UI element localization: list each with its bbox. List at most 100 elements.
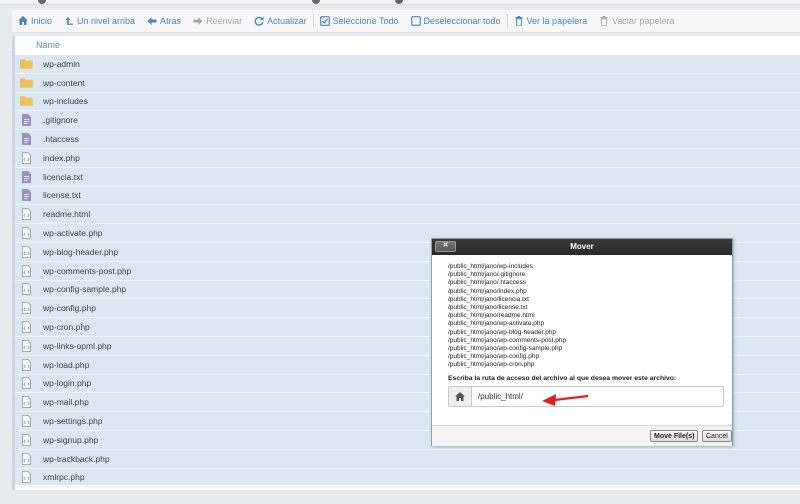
toolbar-reenviar-button[interactable]: Reenviar — [187, 16, 248, 26]
file-row[interactable]: wp-admin — [15, 55, 800, 74]
toolbar-button-label: Reenviar — [206, 16, 243, 26]
file-name: wp-config-sample.php — [43, 284, 127, 295]
text-file-icon — [21, 133, 31, 146]
file-type-icon-wrap — [19, 396, 33, 409]
file-type-icon-wrap — [19, 339, 33, 352]
file-name: wp-trackback.php — [43, 453, 110, 464]
move-dialog: ✕ Mover /public_html/jano/wp-includes/pu… — [431, 238, 733, 446]
code-file-icon — [21, 321, 31, 333]
code-file-icon — [21, 283, 31, 296]
selected-path-item: /public_html/jano/wp-config-sample.php — [448, 345, 563, 353]
selected-path-item: /public_html/jano/wp-activate.php — [448, 320, 545, 328]
file-name: wp-signup.php — [43, 434, 99, 445]
toolbar-un-nivel-arriba-button[interactable]: Un nivel arriba — [58, 16, 141, 26]
toolbar-button-label: Atrás — [160, 16, 182, 26]
code-file-icon — [21, 302, 31, 315]
file-name: licencia.txt — [43, 171, 83, 182]
selected-paths-list: /public_html/jano/wp-includes/public_htm… — [448, 263, 718, 373]
file-type-icon-wrap — [19, 96, 33, 107]
code-file-icon — [21, 227, 31, 239]
toolbar-ver-la-papelera-button[interactable]: Ver la papelera — [508, 16, 594, 26]
trash-icon — [515, 16, 523, 26]
code-file-icon — [21, 377, 31, 390]
selected-path-item: /public_html/jano/wp-comments-post.php — [448, 336, 567, 344]
move-files-button[interactable]: Move File(s) — [650, 430, 699, 442]
code-file-icon — [21, 358, 31, 371]
destination-path-input[interactable] — [472, 387, 710, 406]
file-manager-toolbar: Inicio Un nivel arriba Atrás Reenviar Actual… — [12, 10, 800, 33]
toolbar-button-label: Ver la papelera — [526, 16, 588, 26]
code-file-icon — [21, 339, 31, 352]
file-row[interactable]: licencia.txt — [15, 168, 800, 187]
home-icon — [18, 16, 28, 25]
file-type-icon-wrap — [19, 77, 33, 88]
file-type-icon-wrap — [19, 377, 33, 390]
file-row[interactable]: wp-trackback.php — [15, 450, 800, 469]
file-name: wp-load.php — [43, 359, 90, 370]
selected-path-item: /public_html/jano/license.txt — [448, 304, 528, 312]
file-name: .gitignore — [43, 115, 78, 126]
file-type-icon-wrap — [19, 245, 33, 258]
file-type-icon-wrap — [19, 227, 33, 239]
file-row[interactable]: index.php — [15, 149, 800, 168]
file-type-icon-wrap — [19, 133, 33, 146]
file-name: wp-content — [43, 77, 85, 88]
arrow-left-icon — [147, 17, 157, 25]
file-row[interactable]: wp-content — [15, 74, 800, 93]
file-row[interactable]: .htaccess — [15, 130, 800, 149]
file-type-icon-wrap — [19, 189, 33, 202]
close-button[interactable]: ✕ — [435, 241, 456, 252]
file-name: wp-admin — [43, 58, 80, 69]
name-column-header[interactable]: Name — [15, 36, 800, 56]
file-name: wp-comments-post.php — [43, 265, 132, 276]
file-name: wp-includes — [43, 96, 88, 107]
file-row[interactable]: .gitignore — [15, 111, 800, 131]
code-file-icon — [21, 433, 31, 446]
top-strip — [0, 0, 800, 5]
file-row[interactable]: readme.html — [15, 205, 800, 225]
toolbar-atras-button[interactable]: Atrás — [141, 16, 187, 26]
file-type-icon-wrap — [19, 415, 33, 427]
file-name: wp-blog-header.php — [43, 246, 119, 257]
arrow-right-icon — [193, 17, 203, 25]
cancel-button[interactable]: Cancel — [702, 430, 732, 442]
toolbar-deseleccionar-todo-button[interactable]: Deseleccionar todo — [405, 16, 507, 26]
file-name: wp-cron.php — [43, 322, 90, 333]
file-type-icon-wrap — [19, 264, 33, 277]
code-file-icon — [21, 151, 31, 164]
text-file-icon — [21, 189, 31, 202]
selected-path-item: /public_html/jano/.htaccess — [448, 279, 527, 287]
file-type-icon-wrap — [19, 170, 33, 183]
move-instruction: Escriba la ruta de acceso del archivo al… — [448, 375, 677, 382]
checkbox-checked-icon — [319, 16, 330, 26]
file-type-icon-wrap — [19, 151, 33, 164]
file-type-icon-wrap — [19, 208, 33, 221]
selected-path-item: /public_html/jano/wp-blog-header.php — [448, 328, 557, 336]
home-icon — [449, 387, 472, 406]
code-file-icon — [21, 415, 31, 427]
dialog-footer: Move File(s) Cancel — [432, 425, 732, 446]
code-file-icon — [21, 452, 31, 465]
selected-path-item: /public_html/jano/wp-cron.php — [448, 361, 535, 369]
toolbar-actualizar-button[interactable]: Actualizar — [248, 16, 313, 26]
code-file-icon — [21, 471, 31, 484]
code-file-icon — [21, 245, 31, 258]
file-row[interactable]: license.txt — [15, 187, 800, 206]
toolbar-inicio-button[interactable]: Inicio — [12, 16, 58, 26]
toolbar-vaciar-papelera-button[interactable]: Vaciar papelera — [593, 16, 680, 26]
file-row[interactable]: wp-includes — [15, 93, 800, 112]
level-up-icon — [65, 17, 74, 25]
toolbar-seleccione-todo-button[interactable]: Seleccione Todo — [314, 16, 405, 26]
file-type-icon-wrap — [19, 283, 33, 296]
folder-icon — [19, 59, 33, 69]
selected-path-item: /public_html/jano/readme.html — [448, 312, 535, 320]
toolbar-button-label: Deseleccionar todo — [423, 16, 501, 26]
dialog-header: ✕ Mover — [432, 239, 732, 255]
file-type-icon-wrap — [19, 358, 33, 371]
file-row[interactable]: xmlrpc.php — [15, 469, 800, 488]
file-name: xmlrpc.php — [43, 472, 85, 483]
file-type-icon-wrap — [19, 452, 33, 465]
toolbar-button-label: Un nivel arriba — [77, 16, 136, 26]
folder-icon — [19, 96, 33, 107]
file-name: wp-settings.php — [43, 416, 103, 427]
